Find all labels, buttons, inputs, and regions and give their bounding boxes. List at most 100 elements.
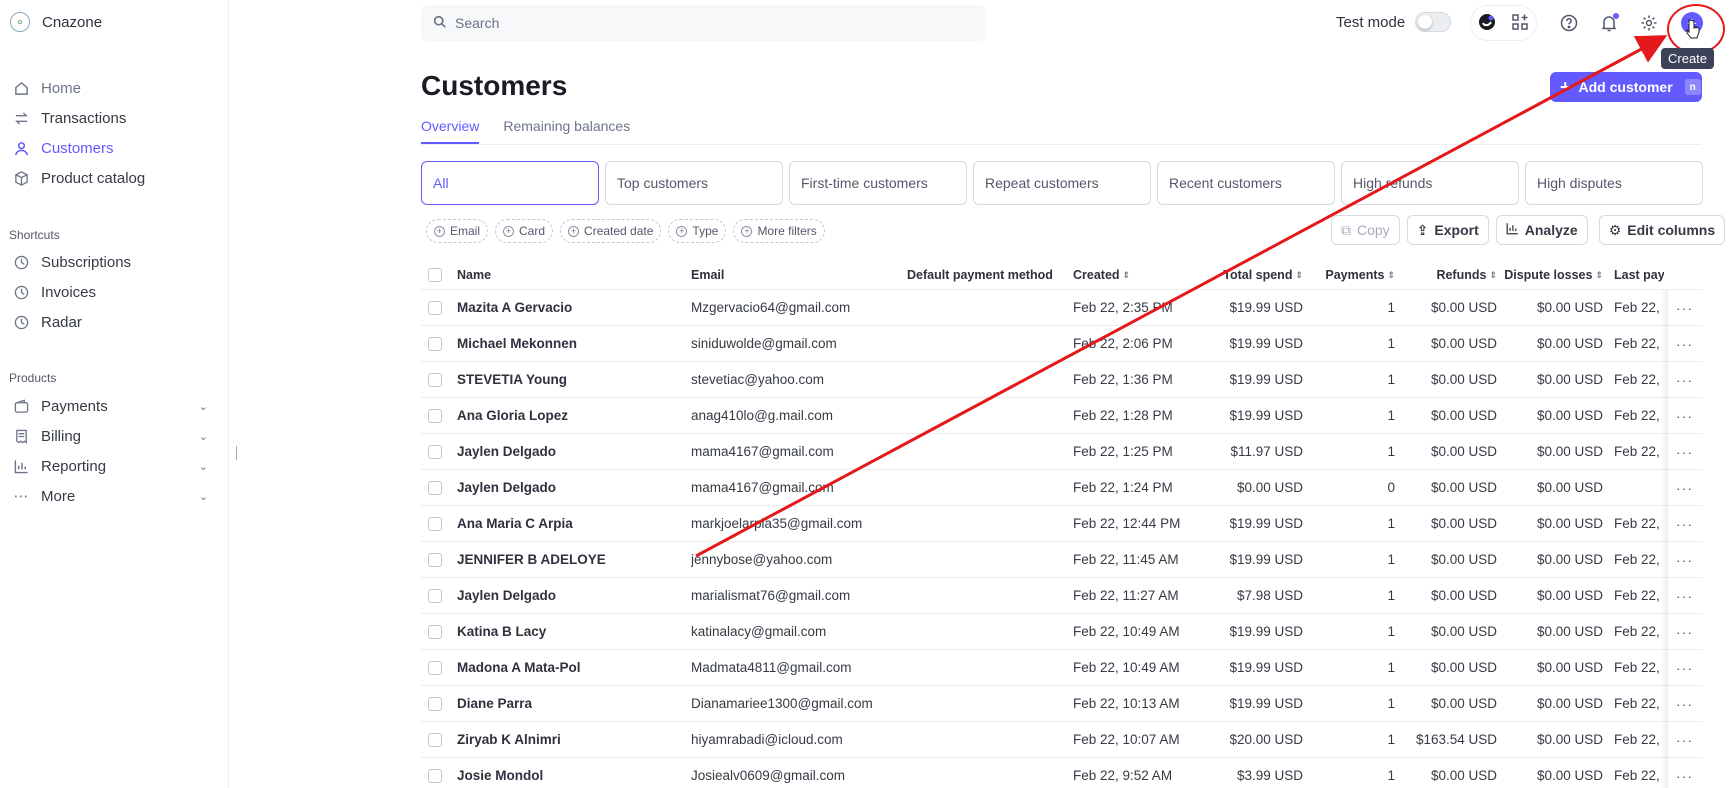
header-last-payment[interactable]: Last payr xyxy=(1614,261,1664,289)
customer-name[interactable]: STEVETIA Young xyxy=(457,362,685,397)
row-actions-more-icon[interactable]: ··· xyxy=(1676,578,1696,613)
sidebar-item-radar[interactable]: Radar xyxy=(13,311,208,333)
table-row[interactable]: Josie Mondol Josiealv0609@gmail.com Feb 22… xyxy=(421,758,1702,788)
row-actions-more-icon[interactable]: ··· xyxy=(1676,650,1696,685)
chevron-down-icon[interactable]: ⌄ xyxy=(199,430,208,443)
row-checkbox[interactable] xyxy=(428,398,448,433)
sidebar-item-more[interactable]: ⋯ More ⌄ xyxy=(13,485,209,507)
header-dispute-losses[interactable]: Dispute losses ⇕ xyxy=(1501,261,1603,289)
row-checkbox[interactable] xyxy=(428,362,448,397)
filter-card[interactable]: + Card xyxy=(495,219,554,243)
tab-overview[interactable]: Overview xyxy=(421,118,480,144)
row-actions-more-icon[interactable]: ··· xyxy=(1676,686,1696,721)
sidebar-item-home[interactable]: Home xyxy=(13,77,208,99)
brand[interactable]: ✿ Cnazone xyxy=(10,12,102,32)
row-actions-more-icon[interactable]: ··· xyxy=(1676,398,1696,433)
customer-name[interactable]: Diane Parra xyxy=(457,686,685,721)
row-actions-more-icon[interactable]: ··· xyxy=(1676,506,1696,541)
row-actions-more-icon[interactable]: ··· xyxy=(1676,722,1696,757)
sidebar-item-invoices[interactable]: Invoices xyxy=(13,281,208,303)
table-row[interactable]: Jaylen Delgado marialismat76@gmail.com Feb… xyxy=(421,578,1702,614)
chevron-down-icon[interactable]: ⌄ xyxy=(199,400,208,413)
assistant-icon[interactable] xyxy=(1478,13,1496,34)
export-button[interactable]: ⇪ Export xyxy=(1406,215,1489,245)
row-actions-more-icon[interactable]: ··· xyxy=(1676,614,1696,649)
customer-name[interactable]: Michael Mekonnen xyxy=(457,326,685,361)
copy-button[interactable]: ⧉ Copy xyxy=(1331,215,1400,245)
edit-columns-button[interactable]: ⚙ Edit columns xyxy=(1598,215,1726,245)
table-row[interactable]: Jaylen Delgado mama4167@gmail.com Feb 22, … xyxy=(421,470,1702,506)
chevron-down-icon[interactable]: ⌄ xyxy=(199,490,208,503)
filter-created-date[interactable]: + Created date xyxy=(560,219,662,243)
help-icon[interactable] xyxy=(1558,12,1580,34)
customer-name[interactable]: JENNIFER B ADELOYE xyxy=(457,542,685,577)
add-customer-button[interactable]: + Add customer n xyxy=(1550,72,1702,102)
row-actions-more-icon[interactable]: ··· xyxy=(1676,290,1696,325)
settings-gear-icon[interactable] xyxy=(1638,12,1660,34)
notifications-bell-icon[interactable] xyxy=(1598,12,1620,34)
table-row[interactable]: Jaylen Delgado mama4167@gmail.com Feb 22, … xyxy=(421,434,1702,470)
table-row[interactable]: Ana Gloria Lopez anag410lo@g.mail.com Feb … xyxy=(421,398,1702,434)
segment-high-refunds[interactable]: High refunds xyxy=(1341,161,1519,205)
sidebar-item-product-catalog[interactable]: Product catalog xyxy=(13,167,208,189)
segment-repeat-customers[interactable]: Repeat customers xyxy=(973,161,1151,205)
row-checkbox[interactable] xyxy=(428,470,448,505)
row-checkbox[interactable] xyxy=(428,722,448,757)
analyze-button[interactable]: Analyze xyxy=(1495,215,1588,245)
sidebar-item-customers[interactable]: Customers xyxy=(13,137,208,159)
customer-name[interactable]: Ziryab K Alnimri xyxy=(457,722,685,757)
customer-name[interactable]: Jaylen Delgado xyxy=(457,470,685,505)
customer-name[interactable]: Josie Mondol xyxy=(457,758,685,788)
select-all-checkbox[interactable] xyxy=(428,261,448,289)
customer-name[interactable]: Jaylen Delgado xyxy=(457,434,685,469)
customer-name[interactable]: Madona A Mata-Pol xyxy=(457,650,685,685)
filter-type[interactable]: + Type xyxy=(668,219,727,243)
header-payment-method[interactable]: Default payment method xyxy=(907,261,1053,289)
sidebar-resize-handle[interactable] xyxy=(236,446,237,460)
row-checkbox[interactable] xyxy=(428,506,448,541)
table-row[interactable]: JENNIFER B ADELOYE jennybose@yahoo.com Feb… xyxy=(421,542,1702,578)
header-created[interactable]: Created ⇕ xyxy=(1073,261,1130,289)
apps-grid-icon[interactable] xyxy=(1511,13,1529,34)
row-checkbox[interactable] xyxy=(428,686,448,721)
segment-recent-customers[interactable]: Recent customers xyxy=(1157,161,1335,205)
row-checkbox[interactable] xyxy=(428,290,448,325)
row-actions-more-icon[interactable]: ··· xyxy=(1676,542,1696,577)
customer-name[interactable]: Ana Maria C Arpia xyxy=(457,506,685,541)
row-checkbox[interactable] xyxy=(428,542,448,577)
segment-first-time-customers[interactable]: First-time customers xyxy=(789,161,967,205)
customer-name[interactable]: Mazita A Gervacio xyxy=(457,290,685,325)
search-input[interactable]: Search xyxy=(421,5,986,41)
sidebar-item-subscriptions[interactable]: Subscriptions xyxy=(13,251,208,273)
customer-name[interactable]: Ana Gloria Lopez xyxy=(457,398,685,433)
toggle-switch[interactable] xyxy=(1415,12,1452,32)
sidebar-item-billing[interactable]: Billing ⌄ xyxy=(13,425,208,447)
row-checkbox[interactable] xyxy=(428,578,448,613)
table-row[interactable]: Michael Mekonnen siniduwolde@gmail.com Feb… xyxy=(421,326,1702,362)
filter-email[interactable]: + Email xyxy=(426,219,489,243)
row-actions-more-icon[interactable]: ··· xyxy=(1676,470,1696,505)
header-name[interactable]: Name xyxy=(457,261,491,289)
row-actions-more-icon[interactable]: ··· xyxy=(1676,326,1696,361)
segment-all[interactable]: All xyxy=(421,161,599,205)
row-actions-more-icon[interactable]: ··· xyxy=(1676,434,1696,469)
tab-remaining-balances[interactable]: Remaining balances xyxy=(503,118,630,144)
sidebar-item-reporting[interactable]: Reporting ⌄ xyxy=(13,455,208,477)
sidebar-item-payments[interactable]: Payments ⌄ xyxy=(13,395,208,417)
chevron-down-icon[interactable]: ⌄ xyxy=(199,460,208,473)
row-checkbox[interactable] xyxy=(428,650,448,685)
row-checkbox[interactable] xyxy=(428,434,448,469)
header-refunds[interactable]: Refunds ⇕ xyxy=(1401,261,1497,289)
customer-name[interactable]: Katina B Lacy xyxy=(457,614,685,649)
table-row[interactable]: Madona A Mata-Pol Madmata4811@gmail.com Fe… xyxy=(421,650,1702,686)
row-actions-more-icon[interactable]: ··· xyxy=(1676,362,1696,397)
customer-name[interactable]: Jaylen Delgado xyxy=(457,578,685,613)
table-row[interactable]: Diane Parra Dianamariee1300@gmail.com Feb … xyxy=(421,686,1702,722)
row-actions-more-icon[interactable]: ··· xyxy=(1676,758,1696,788)
row-checkbox[interactable] xyxy=(428,326,448,361)
header-email[interactable]: Email xyxy=(691,261,724,289)
sidebar-item-transactions[interactable]: Transactions xyxy=(13,107,208,129)
header-total-spend[interactable]: Total spend ⇕ xyxy=(1191,261,1303,289)
table-row[interactable]: Ana Maria C Arpia markjoelarpia35@gmail.c… xyxy=(421,506,1702,542)
table-row[interactable]: Katina B Lacy katinalacy@gmail.com Feb 22,… xyxy=(421,614,1702,650)
